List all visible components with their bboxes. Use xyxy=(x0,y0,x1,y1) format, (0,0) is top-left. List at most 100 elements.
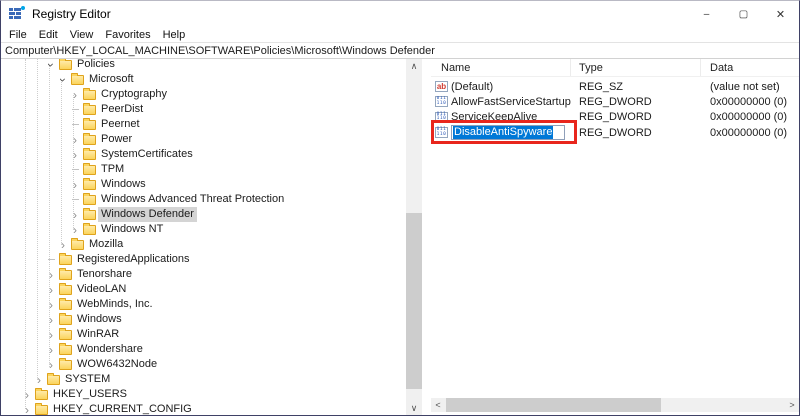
value-type: REG_DWORD xyxy=(579,95,652,108)
tree-expander-icon[interactable] xyxy=(69,199,81,200)
tree-item[interactable]: › Mozilla xyxy=(1,237,406,252)
scroll-right-icon[interactable]: > xyxy=(785,398,799,412)
value-name: ServiceKeepAlive xyxy=(451,111,538,124)
menu-edit[interactable]: Edit xyxy=(39,29,58,41)
tree-item-label: WebMinds, Inc. xyxy=(77,298,153,310)
menu-view[interactable]: View xyxy=(70,29,94,41)
tree-item[interactable]: › Cryptography xyxy=(1,87,406,102)
value-name: (Default) xyxy=(451,80,494,93)
menu-favorites[interactable]: Favorites xyxy=(105,29,150,41)
registry-value-row[interactable]: 011 110 DisableAntiSpyware REG_DWORD 0x000… xyxy=(431,125,799,141)
horizontal-scrollbar[interactable]: < > xyxy=(431,398,799,412)
address-bar[interactable]: Computer\HKEY_LOCAL_MACHINE\SOFTWARE\Pol… xyxy=(1,42,799,59)
tree-item[interactable]: › WebMinds, Inc. xyxy=(1,297,406,312)
tree-vertical-scrollbar[interactable]: ∧ ∨ xyxy=(406,59,422,415)
tree-item-label: Peernet xyxy=(101,118,140,130)
folder-icon xyxy=(47,372,60,385)
tree-item-label: Windows Advanced Threat Protection xyxy=(101,193,285,205)
tree-expander-icon[interactable]: › xyxy=(69,179,81,191)
tree-expander-icon[interactable]: › xyxy=(45,359,57,371)
tree-expander-icon[interactable] xyxy=(69,169,81,170)
tree-item[interactable]: › VideoLAN xyxy=(1,282,406,297)
tree-expander-icon[interactable]: › xyxy=(45,329,57,341)
tree-expander-icon[interactable]: › xyxy=(33,374,45,386)
folder-icon xyxy=(59,59,72,70)
tree-item[interactable]: › WinRAR xyxy=(1,327,406,342)
tree-expander-icon[interactable]: › xyxy=(45,344,57,356)
tree-expander-icon[interactable]: › xyxy=(69,224,81,236)
column-header-name[interactable]: Name xyxy=(431,59,571,76)
tree-item[interactable]: › Microsoft xyxy=(1,72,406,87)
tree-expander-icon[interactable]: › xyxy=(21,404,33,416)
tree-expander-icon[interactable]: › xyxy=(45,314,57,326)
tree-expander-icon[interactable]: › xyxy=(56,74,70,86)
tree-expander-icon[interactable]: › xyxy=(44,59,58,71)
scroll-left-icon[interactable]: < xyxy=(431,398,445,412)
tree-item[interactable]: › Power xyxy=(1,132,406,147)
rename-edit-box[interactable]: DisableAntiSpyware xyxy=(451,125,565,141)
folder-icon xyxy=(59,297,72,310)
value-name: DisableAntiSpyware xyxy=(453,126,554,140)
minimize-button[interactable]: – xyxy=(688,1,725,27)
tree-expander-icon[interactable]: › xyxy=(45,284,57,296)
folder-icon xyxy=(59,282,72,295)
close-button[interactable]: ✕ xyxy=(762,1,799,27)
value-type: REG_DWORD xyxy=(579,111,652,124)
tree-item[interactable]: › Tenorshare xyxy=(1,267,406,282)
window-body: › Policies › Microsoft › Cryptography Pe… xyxy=(1,59,799,415)
tree-item[interactable]: › Windows NT xyxy=(1,222,406,237)
tree-expander-icon[interactable] xyxy=(69,124,81,125)
tree-expander-icon[interactable]: › xyxy=(69,149,81,161)
dword-value-icon: 011 110 xyxy=(435,96,448,108)
folder-icon xyxy=(59,267,72,280)
tree-item[interactable]: › WOW6432Node xyxy=(1,357,406,372)
registry-value-row[interactable]: 011 110 ServiceKeepAlive REG_DWORD 0x00000… xyxy=(431,110,799,125)
column-header-type[interactable]: Type xyxy=(571,59,701,76)
folder-icon xyxy=(59,312,72,325)
tree-item[interactable]: Peernet xyxy=(1,117,406,132)
column-header-data[interactable]: Data xyxy=(701,59,799,76)
tree-item[interactable]: › SystemCertificates xyxy=(1,147,406,162)
folder-icon xyxy=(83,222,96,235)
tree-item[interactable]: › Windows xyxy=(1,312,406,327)
pane-splitter[interactable] xyxy=(422,59,431,415)
tree-item[interactable]: › SYSTEM xyxy=(1,372,406,387)
tree-expander-icon[interactable]: › xyxy=(45,299,57,311)
tree-item-label: HKEY_USERS xyxy=(53,388,127,400)
folder-icon xyxy=(59,357,72,370)
tree-expander-icon[interactable] xyxy=(45,259,57,260)
list-header: Name Type Data xyxy=(431,59,799,77)
menu-file[interactable]: File xyxy=(9,29,27,41)
title-bar: Registry Editor – ▢ ✕ xyxy=(1,1,799,27)
tree-expander-icon[interactable]: › xyxy=(57,239,69,251)
tree-expander-icon[interactable]: › xyxy=(45,269,57,281)
maximize-button[interactable]: ▢ xyxy=(725,1,762,27)
folder-icon xyxy=(59,252,72,265)
registry-value-row[interactable]: ab (Default) REG_SZ (value not set) xyxy=(431,79,799,94)
tree-item[interactable]: Windows Advanced Threat Protection xyxy=(1,192,406,207)
folder-icon xyxy=(83,207,96,220)
tree-item[interactable]: › HKEY_CURRENT_CONFIG xyxy=(1,402,406,415)
tree-item[interactable]: › Windows Defender xyxy=(1,207,406,222)
scrollbar-thumb[interactable] xyxy=(406,213,422,389)
tree-item[interactable]: › HKEY_USERS xyxy=(1,387,406,402)
tree-expander-icon[interactable]: › xyxy=(69,89,81,101)
registry-value-row[interactable]: 011 110 AllowFastServiceStartup REG_DWORD … xyxy=(431,94,799,109)
tree-item[interactable]: PeerDist xyxy=(1,102,406,117)
tree-expander-icon[interactable] xyxy=(69,109,81,110)
tree-item[interactable]: › Policies xyxy=(1,59,406,72)
registry-values-panel: Name Type Data ab (Default) REG_SZ (value… xyxy=(431,59,799,415)
tree-expander-icon[interactable]: › xyxy=(21,389,33,401)
scrollbar-thumb[interactable] xyxy=(446,398,661,412)
tree-item[interactable]: TPM xyxy=(1,162,406,177)
menu-help[interactable]: Help xyxy=(163,29,186,41)
value-name: AllowFastServiceStartup xyxy=(451,95,571,108)
scroll-up-icon[interactable]: ∧ xyxy=(406,59,422,73)
tree-item[interactable]: › Wondershare xyxy=(1,342,406,357)
tree-expander-icon[interactable]: › xyxy=(69,209,81,221)
tree-item-label: Windows NT xyxy=(101,223,164,235)
scroll-down-icon[interactable]: ∨ xyxy=(406,401,422,415)
tree-item[interactable]: › Windows xyxy=(1,177,406,192)
tree-item[interactable]: RegisteredApplications xyxy=(1,252,406,267)
tree-expander-icon[interactable]: › xyxy=(69,134,81,146)
